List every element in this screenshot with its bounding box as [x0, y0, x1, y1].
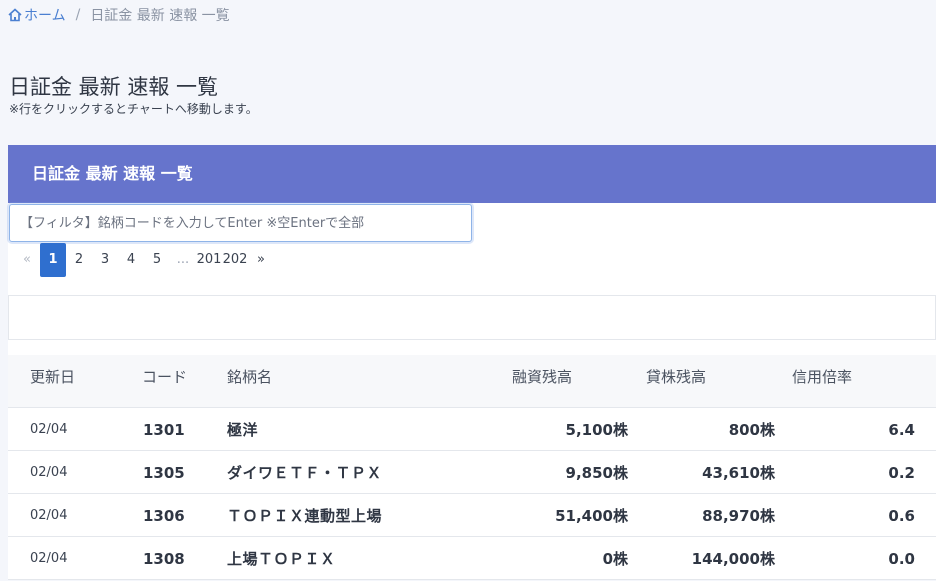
table-row[interactable]: 02/04 1305 ダイワＥＴＦ・ＴＰＸ 9,850株 43,610株 0.2 [8, 451, 936, 494]
cell-code: 1308 [143, 550, 185, 568]
page-1[interactable]: 1 [40, 243, 66, 277]
page-201[interactable]: 201 [196, 243, 222, 277]
cell-date: 02/04 [30, 422, 68, 437]
cell-ratio: 0.0 [888, 550, 915, 568]
cell-name: ダイワＥＴＦ・ＴＰＸ [227, 464, 383, 482]
page-note: ※行をクリックするとチャートへ移動します。 [9, 102, 258, 116]
cell-code: 1301 [143, 421, 185, 439]
cell-name: 上場ＴＯＰＩＸ [227, 550, 336, 568]
cell-ratio: 6.4 [888, 421, 915, 439]
cell-date: 02/04 [30, 508, 68, 523]
breadcrumb-home-link[interactable]: ホーム [8, 5, 66, 25]
empty-panel [8, 295, 936, 340]
cell-name: 極洋 [227, 421, 259, 439]
table-row[interactable]: 02/04 1306 ＴＯＰＩＸ連動型上場 51,400株 88,970株 0.… [8, 494, 936, 537]
breadcrumb-home-label[interactable]: ホーム [24, 5, 66, 25]
data-card: 日証金 最新 速報 一覧 « 1 2 3 4 5 ... 201 202 » 更… [8, 145, 936, 580]
cell-loan: 0株 [602, 550, 628, 568]
cell-ratio: 0.6 [888, 507, 915, 525]
card-header: 日証金 最新 速報 一覧 [8, 145, 936, 203]
cell-lend: 88,970株 [702, 507, 775, 525]
page-202[interactable]: 202 [222, 243, 248, 277]
cell-lend: 43,610株 [702, 464, 775, 482]
cell-name: ＴＯＰＩＸ連動型上場 [227, 507, 383, 525]
column-header-code[interactable]: コード [142, 355, 187, 399]
table-header: 更新日 コード 銘柄名 融資残高 貸株残高 信用倍率 [8, 355, 936, 408]
page-2[interactable]: 2 [66, 243, 92, 277]
cell-ratio: 0.2 [888, 464, 915, 482]
page-title: 日証金 最新 速報 一覧 [9, 75, 219, 99]
margin-table: 更新日 コード 銘柄名 融資残高 貸株残高 信用倍率 02/04 1301 極洋… [8, 355, 936, 580]
page-next[interactable]: » [248, 243, 274, 277]
column-header-lend[interactable]: 貸株残高 [646, 355, 706, 399]
breadcrumb-current: 日証金 最新 速報 一覧 [90, 8, 230, 24]
column-header-loan[interactable]: 融資残高 [512, 355, 572, 399]
page-prev[interactable]: « [14, 243, 40, 277]
page-3[interactable]: 3 [92, 243, 118, 277]
cell-lend: 800株 [728, 421, 775, 439]
home-icon [8, 8, 22, 22]
cell-code: 1306 [143, 507, 185, 525]
pagination: « 1 2 3 4 5 ... 201 202 » [14, 243, 274, 277]
page-ellipsis: ... [176, 252, 190, 267]
column-header-name[interactable]: 銘柄名 [227, 355, 272, 399]
page-4[interactable]: 4 [118, 243, 144, 277]
page-5[interactable]: 5 [144, 243, 170, 277]
column-header-date[interactable]: 更新日 [30, 355, 75, 399]
cell-loan: 5,100株 [565, 421, 628, 439]
cell-date: 02/04 [30, 551, 68, 566]
cell-date: 02/04 [30, 465, 68, 480]
table-row[interactable]: 02/04 1301 極洋 5,100株 800株 6.4 [8, 408, 936, 451]
cell-lend: 144,000株 [691, 550, 775, 568]
table-row[interactable]: 02/04 1308 上場ＴＯＰＩＸ 0株 144,000株 0.0 [8, 537, 936, 580]
column-header-ratio[interactable]: 信用倍率 [792, 355, 852, 399]
cell-code: 1305 [143, 464, 185, 482]
cell-loan: 9,850株 [565, 464, 628, 482]
breadcrumb-separator: / [75, 7, 81, 23]
breadcrumb: ホーム / 日証金 最新 速報 一覧 [8, 5, 230, 25]
cell-loan: 51,400株 [555, 507, 628, 525]
code-filter-input[interactable] [9, 204, 472, 242]
